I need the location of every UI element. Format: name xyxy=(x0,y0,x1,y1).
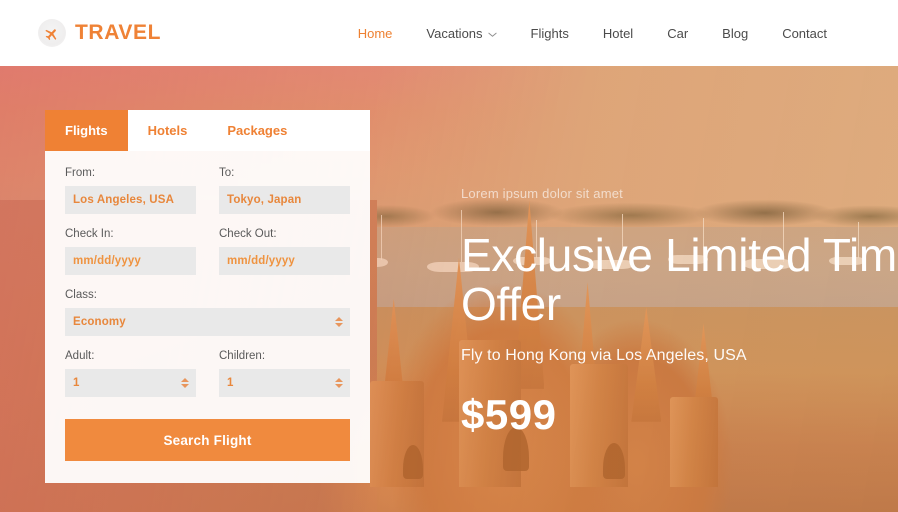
field-adult: Adult: 1 xyxy=(65,350,196,397)
field-check-in: Check In: mm/dd/yyyy xyxy=(65,228,196,275)
nav-item-label: Car xyxy=(667,25,689,41)
tab-label: Packages xyxy=(227,123,288,138)
adult-select[interactable]: 1 xyxy=(65,369,196,397)
search-flight-button[interactable]: Search Flight xyxy=(65,419,350,461)
nav-item-blog[interactable]: Blog xyxy=(705,20,765,47)
page-root: TRAVEL Home Vacations Flights Hotel Car … xyxy=(0,0,898,512)
hero-copy: Lorem ipsum dolor sit amet Exclusive Lim… xyxy=(461,186,898,439)
nav-item-label: Flights xyxy=(530,25,569,41)
tab-label: Flights xyxy=(65,123,108,138)
from-input[interactable]: Los Angeles, USA xyxy=(65,186,196,214)
field-check-out-label: Check Out: xyxy=(219,228,277,240)
nav-item-home[interactable]: Home xyxy=(341,20,410,47)
brand-logo[interactable]: TRAVEL xyxy=(38,19,161,47)
nav-item-label: Home xyxy=(357,25,393,41)
nav-item-car[interactable]: Car xyxy=(650,20,705,47)
booking-form: From: Los Angeles, USA To: Tokyo, Japan … xyxy=(45,151,370,483)
field-to-label: To: xyxy=(219,167,235,179)
booking-tabs: Flights Hotels Packages xyxy=(45,110,370,151)
nav-item-label: Blog xyxy=(722,25,749,41)
field-to: To: Tokyo, Japan xyxy=(219,167,350,214)
field-row-origin-destination: From: Los Angeles, USA To: Tokyo, Japan xyxy=(65,167,350,214)
field-row-class: Class: Economy xyxy=(65,289,350,336)
tabs-filler xyxy=(307,110,370,151)
hero-kicker: Lorem ipsum dolor sit amet xyxy=(461,186,623,201)
field-from: From: Los Angeles, USA xyxy=(65,167,196,214)
site-header: TRAVEL Home Vacations Flights Hotel Car … xyxy=(0,0,898,66)
children-select[interactable]: 1 xyxy=(219,369,350,397)
field-adult-label: Adult: xyxy=(65,350,95,362)
class-select-value: Economy xyxy=(73,316,126,328)
class-select[interactable]: Economy xyxy=(65,308,350,336)
field-check-in-label: Check In: xyxy=(65,228,114,240)
booking-widget: Flights Hotels Packages From: Los Angele… xyxy=(45,110,370,483)
adult-select-value: 1 xyxy=(73,377,80,389)
stepper-arrows-icon[interactable] xyxy=(335,378,343,388)
brand-name: TRAVEL xyxy=(75,21,162,44)
check-out-date-input[interactable]: mm/dd/yyyy xyxy=(219,247,350,275)
field-children-label: Children: xyxy=(219,350,266,362)
field-check-out: Check Out: mm/dd/yyyy xyxy=(219,228,350,275)
nav-item-flights[interactable]: Flights xyxy=(514,20,586,47)
airplane-icon xyxy=(38,19,66,47)
nav-item-vacations[interactable]: Vacations xyxy=(409,20,513,47)
hero-subtitle: Fly to Hong Kong via Los Angeles, USA xyxy=(461,347,747,365)
stepper-arrows-icon[interactable] xyxy=(335,317,343,327)
nav-item-label: Contact xyxy=(782,25,827,41)
field-from-label: From: xyxy=(65,167,96,179)
nav-item-label: Vacations xyxy=(426,25,483,41)
hero-title: Exclusive Limited Time Offer xyxy=(461,229,898,331)
field-row-dates: Check In: mm/dd/yyyy Check Out: mm/dd/yy… xyxy=(65,228,350,275)
stepper-arrows-icon[interactable] xyxy=(181,378,189,388)
field-row-passengers: Adult: 1 Children: 1 xyxy=(65,350,350,397)
tab-hotels[interactable]: Hotels xyxy=(127,110,208,151)
field-class: Class: Economy xyxy=(65,289,350,336)
tab-flights[interactable]: Flights xyxy=(45,110,128,151)
nav-item-hotel[interactable]: Hotel xyxy=(586,20,650,47)
tab-label: Hotels xyxy=(147,123,188,138)
field-class-label: Class: xyxy=(65,289,97,301)
children-select-value: 1 xyxy=(227,377,234,389)
to-input[interactable]: Tokyo, Japan xyxy=(219,186,350,214)
main-navigation: Home Vacations Flights Hotel Car Blog Co… xyxy=(341,20,844,47)
hero-price: $599 xyxy=(461,391,557,439)
chevron-down-icon xyxy=(487,26,497,41)
nav-item-label: Hotel xyxy=(602,25,634,41)
check-in-date-input[interactable]: mm/dd/yyyy xyxy=(65,247,196,275)
tab-packages[interactable]: Packages xyxy=(207,110,308,151)
field-children: Children: 1 xyxy=(219,350,350,397)
nav-item-contact[interactable]: Contact xyxy=(765,20,844,47)
